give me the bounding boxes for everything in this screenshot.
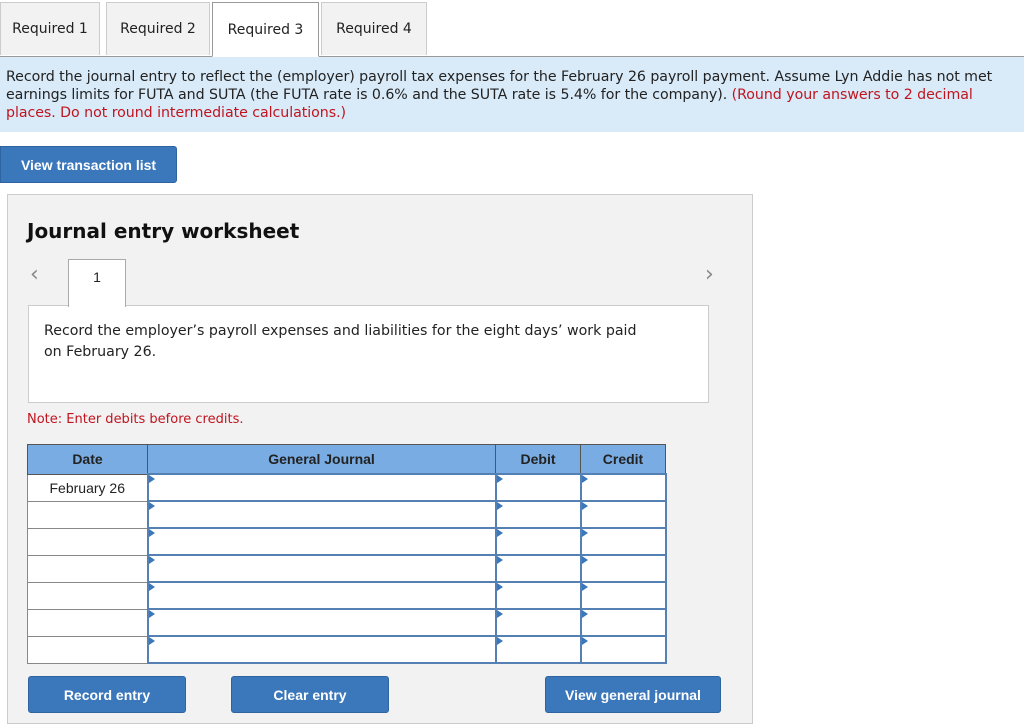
transaction-description: Record the employer’s payroll expenses a…	[28, 305, 709, 403]
entry-tab-1[interactable]: 1	[68, 259, 126, 307]
instructions: Record the journal entry to reflect the …	[0, 57, 1024, 132]
description-text: Record the employer’s payroll expenses a…	[44, 323, 637, 360]
account-input[interactable]	[146, 608, 497, 637]
view-general-journal-button[interactable]: View general journal	[545, 676, 721, 713]
credit-header: Credit	[580, 444, 666, 475]
account-input[interactable]	[146, 635, 497, 664]
journal-entry-worksheet: Journal entry worksheet ‹ › 1 Record the…	[7, 194, 753, 724]
account-input[interactable]	[146, 581, 497, 610]
credit-input[interactable]	[579, 554, 667, 583]
date-cell	[27, 635, 148, 664]
debit-header: Debit	[495, 444, 581, 475]
general-journal-header: General Journal	[147, 444, 496, 475]
debit-input[interactable]	[494, 473, 582, 502]
table-row	[27, 635, 667, 664]
date-cell	[27, 500, 148, 529]
date-cell	[27, 554, 148, 583]
table-header-row: Date General Journal Debit Credit	[27, 444, 666, 475]
entry-tab-label: 1	[93, 269, 101, 285]
date-cell	[27, 581, 148, 610]
tab-required-3[interactable]: Required 3	[212, 2, 319, 57]
account-input[interactable]	[146, 473, 497, 502]
debit-input[interactable]	[494, 581, 582, 610]
debit-input[interactable]	[494, 554, 582, 583]
debit-input[interactable]	[494, 635, 582, 664]
view-transaction-list-button[interactable]: View transaction list	[0, 146, 177, 183]
account-input[interactable]	[146, 527, 497, 556]
table-row: February 26	[27, 473, 667, 502]
date-cell	[27, 608, 148, 637]
credit-input[interactable]	[579, 527, 667, 556]
account-input[interactable]	[146, 554, 497, 583]
requirement-tabs: Required 1 Required 2 Required 3 Require…	[0, 0, 1024, 57]
chevron-left-icon[interactable]: ‹	[30, 262, 39, 287]
credit-input[interactable]	[579, 608, 667, 637]
debit-input[interactable]	[494, 527, 582, 556]
debit-input[interactable]	[494, 608, 582, 637]
record-entry-button[interactable]: Record entry	[28, 676, 186, 713]
tab-required-4[interactable]: Required 4	[321, 2, 427, 55]
date-cell: February 26	[27, 473, 148, 502]
table-row	[27, 581, 667, 610]
tab-required-1[interactable]: Required 1	[0, 2, 100, 55]
credit-input[interactable]	[579, 635, 667, 664]
credit-input[interactable]	[579, 581, 667, 610]
worksheet-title: Journal entry worksheet	[27, 219, 300, 243]
tab-required-2[interactable]: Required 2	[106, 2, 210, 55]
table-row	[27, 500, 667, 529]
clear-entry-button[interactable]: Clear entry	[231, 676, 389, 713]
table-row	[27, 527, 667, 556]
credit-input[interactable]	[579, 500, 667, 529]
date-header: Date	[27, 444, 148, 475]
chevron-right-icon[interactable]: ›	[705, 262, 714, 287]
table-row	[27, 608, 667, 637]
debits-credits-note: Note: Enter debits before credits.	[27, 412, 244, 427]
credit-input[interactable]	[579, 473, 667, 502]
table-row	[27, 554, 667, 583]
journal-table: Date General Journal Debit Credit Februa…	[27, 444, 667, 664]
debit-input[interactable]	[494, 500, 582, 529]
account-input[interactable]	[146, 500, 497, 529]
date-cell	[27, 527, 148, 556]
